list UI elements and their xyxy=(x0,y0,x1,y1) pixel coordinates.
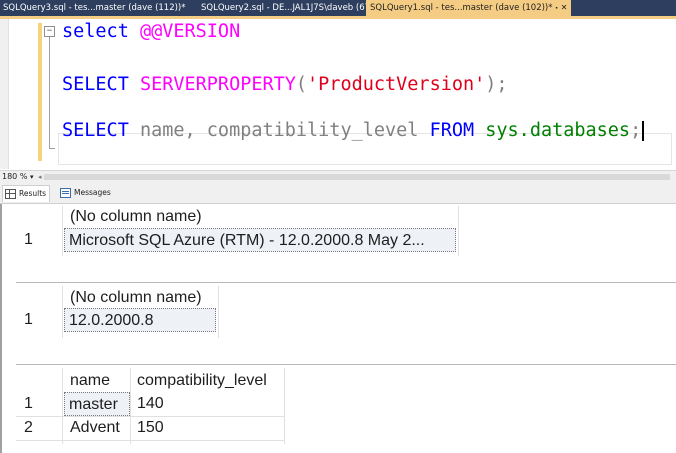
tab-sqlquery1[interactable]: SQLQuery1.sql - tes...master (dave (102)… xyxy=(366,0,572,16)
function-name: SERVERPROPERTY xyxy=(139,74,296,95)
keyword-select: SELECT xyxy=(62,74,129,95)
grid2-cell-product-version[interactable]: 12.0.2000.8 xyxy=(64,308,216,332)
scroll-left-icon[interactable]: ◂ xyxy=(38,171,42,183)
grid2-header[interactable]: (No column name) xyxy=(70,286,202,310)
code-line-1[interactable]: select @@VERSION xyxy=(62,21,240,42)
tab-results-label: Results xyxy=(19,189,47,198)
keyword-from: FROM xyxy=(429,120,475,141)
grid3-row-number[interactable]: 1 xyxy=(24,392,33,416)
grid2-right-divider xyxy=(218,286,219,338)
keyword-select: SELECT xyxy=(62,120,129,141)
horizontal-scrollbar[interactable] xyxy=(44,174,670,180)
grid2-rownum-divider xyxy=(62,286,63,338)
grid1-separator xyxy=(16,282,676,283)
zoom-status-bar: 180 % ▾ ◂ xyxy=(0,170,676,183)
grid3-row-number[interactable]: 2 xyxy=(24,416,33,440)
table-name: sys.databases xyxy=(485,120,631,141)
tab-messages[interactable]: Messages xyxy=(58,185,114,201)
code-line-3[interactable]: SELECT name, compatibility_level FROM sy… xyxy=(62,120,644,141)
grid1-row-number[interactable]: 1 xyxy=(24,228,33,252)
semicolon: ; xyxy=(630,120,642,141)
keyword-select: select xyxy=(62,21,129,42)
results-left-border xyxy=(0,204,2,453)
grid3-cell-name[interactable]: Advent xyxy=(70,416,120,440)
text-caret xyxy=(642,121,644,141)
pin-icon[interactable]: ⬝ xyxy=(556,0,558,16)
grid1-right-divider xyxy=(458,206,459,256)
tab-results[interactable]: Results xyxy=(2,185,51,202)
grid3-header-compatibility-level[interactable]: compatibility_level xyxy=(137,369,267,393)
global-variable: @@VERSION xyxy=(139,21,241,42)
document-tab-strip: SQLQuery3.sql - tes...master (dave (112)… xyxy=(0,0,676,16)
tab-messages-label: Messages xyxy=(74,188,111,197)
grid3-header-name[interactable]: name xyxy=(70,369,110,393)
close-icon[interactable]: ✕ xyxy=(561,0,568,16)
column-list: name, compatibility_level xyxy=(128,120,430,141)
grid3-cell-level[interactable]: 140 xyxy=(137,392,164,416)
grid1-cell-version[interactable]: Microsoft SQL Azure (RTM) - 12.0.2000.8 … xyxy=(64,228,456,252)
grid-icon xyxy=(5,189,16,199)
tab-sqlquery2[interactable]: SQLQuery2.sql - DE...JAL1J7S\daveb (67))… xyxy=(201,0,381,16)
grid3-right-divider xyxy=(284,368,285,444)
grid2-separator xyxy=(16,364,676,365)
messages-icon xyxy=(60,188,71,198)
fold-guide xyxy=(49,37,50,149)
query-editor[interactable]: − select @@VERSION SELECT SERVERPROPERTY… xyxy=(0,19,676,169)
grid3-bottom-divider xyxy=(16,440,284,441)
grid2-row-number[interactable]: 1 xyxy=(24,308,33,332)
editor-gutter xyxy=(0,19,9,169)
close-paren: ); xyxy=(485,74,508,95)
collapse-icon[interactable]: − xyxy=(44,26,55,37)
tab-sqlquery3[interactable]: SQLQuery3.sql - tes...master (dave (112)… xyxy=(3,0,186,16)
code-line-2[interactable]: SELECT SERVERPROPERTY('ProductVersion'); xyxy=(62,74,508,95)
grid3-col-divider xyxy=(130,368,131,444)
zoom-level[interactable]: 180 % xyxy=(2,171,27,183)
grid3-cell-name[interactable]: master xyxy=(64,392,130,416)
tab-label: SQLQuery1.sql - tes...master (dave (102)… xyxy=(370,3,553,13)
chevron-down-icon[interactable]: ▾ xyxy=(30,171,34,183)
grid3-rownum-divider xyxy=(62,368,63,444)
grid3-cell-level[interactable]: 150 xyxy=(137,416,164,440)
open-paren: ( xyxy=(295,74,308,95)
fold-guide-end xyxy=(49,148,55,149)
grid1-rownum-divider xyxy=(62,206,63,256)
results-panel: (No column name) 1 Microsoft SQL Azure (… xyxy=(0,204,676,453)
grid1-header[interactable]: (No column name) xyxy=(70,205,202,229)
change-indicator-bar xyxy=(38,23,42,161)
string-literal: 'ProductVersion' xyxy=(307,74,486,95)
results-tab-strip: Results Messages xyxy=(0,183,676,204)
